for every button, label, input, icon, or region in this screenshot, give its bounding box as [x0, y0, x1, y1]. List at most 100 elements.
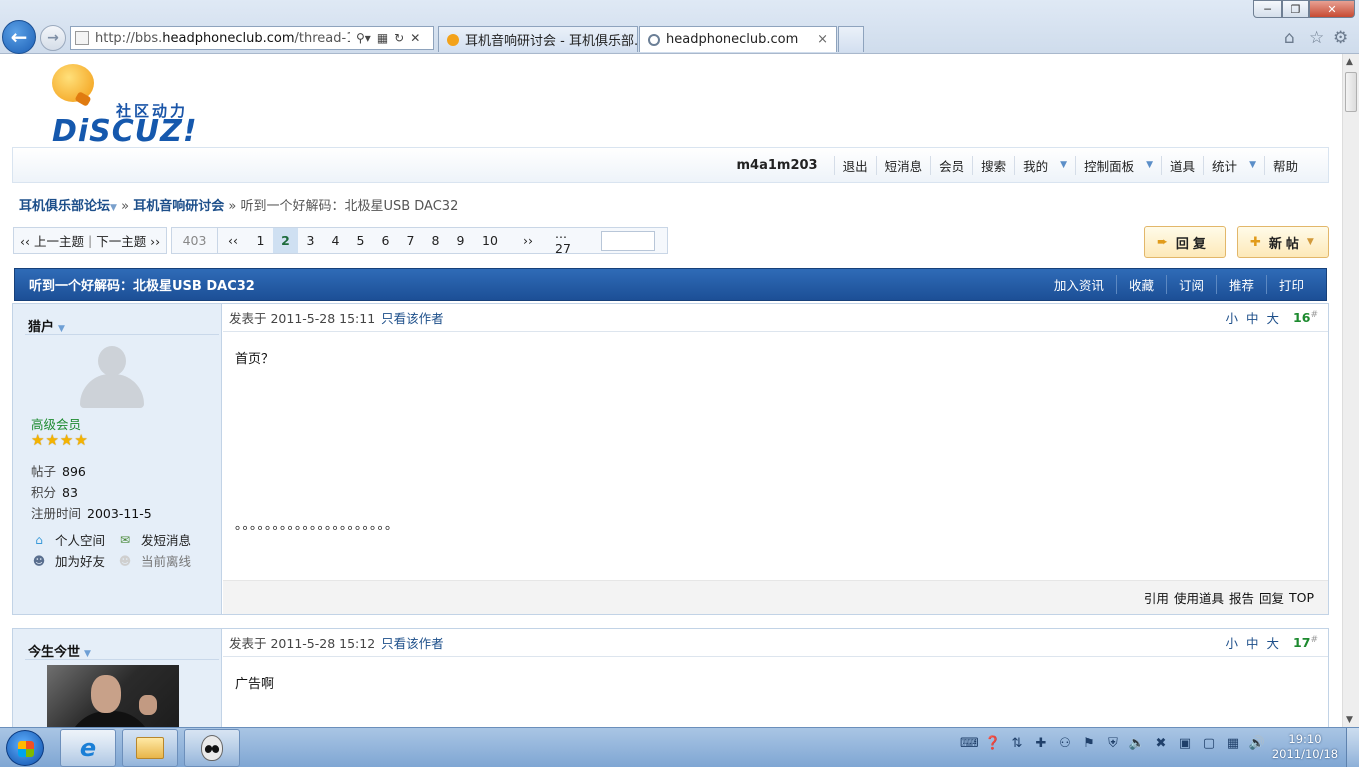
clock[interactable]: 19:10 2011/10/18: [1270, 732, 1340, 762]
next-thread-link[interactable]: 下一主题 ››: [96, 231, 160, 250]
font-size-links[interactable]: 小中大: [1226, 633, 1288, 652]
page-link[interactable]: 1: [248, 228, 273, 253]
nav-stats[interactable]: 统计 ▼: [1203, 155, 1264, 175]
page-last[interactable]: ... 27: [549, 226, 589, 256]
address-bar[interactable]: http://bbs.headphoneclub.com/thread-160:…: [70, 26, 434, 50]
reply-button[interactable]: ➨ 回复: [1144, 226, 1226, 258]
vertical-scrollbar[interactable]: ▲ ▼: [1342, 54, 1359, 727]
link-label: 发短消息: [141, 533, 192, 548]
nav-logout[interactable]: 退出: [833, 155, 876, 175]
new-tab-button[interactable]: [838, 26, 864, 52]
nav-members[interactable]: 会员: [930, 155, 972, 175]
thread-tool-subscribe[interactable]: 订阅: [1165, 275, 1216, 294]
avatar[interactable]: [78, 344, 146, 408]
thread-header: 听到一个好解码：北极星USB DAC32 加入资讯 收藏 订阅 推荐 打印: [14, 268, 1327, 301]
usb-icon[interactable]: ▢: [1200, 736, 1218, 751]
back-button[interactable]: ←: [2, 20, 36, 54]
quote-link[interactable]: 引用: [1144, 588, 1169, 607]
reply-link[interactable]: 回复: [1259, 588, 1284, 607]
author-name[interactable]: 今生今世 ▼: [28, 641, 91, 660]
tab-active[interactable]: headphoneclub.com ×: [639, 26, 837, 52]
maximize-button[interactable]: ❐: [1282, 0, 1309, 18]
minimize-button[interactable]: ─: [1253, 0, 1282, 18]
tray-arrow-icon[interactable]: ⇅: [1008, 736, 1026, 751]
home-icon[interactable]: ⌂: [1284, 28, 1295, 48]
green-app-icon[interactable]: ✚: [1032, 736, 1050, 751]
post-floor-number[interactable]: 17#: [1293, 635, 1318, 650]
nav-my[interactable]: 我的 ▼: [1014, 155, 1075, 175]
thread-tool-news[interactable]: 加入资讯: [1042, 275, 1116, 294]
nav-search[interactable]: 搜索: [972, 155, 1014, 175]
font-size-links[interactable]: 小中大: [1226, 308, 1288, 327]
close-window-button[interactable]: ✕: [1309, 0, 1355, 18]
page-link[interactable]: 8: [423, 228, 448, 253]
nav-messages[interactable]: 短消息: [875, 155, 931, 175]
discuz-logo[interactable]: 社区动力 DiSCUZ!: [50, 64, 210, 149]
users-icon[interactable]: ⚇: [1056, 736, 1074, 751]
speaker-red-icon[interactable]: 🔈: [1128, 736, 1146, 751]
page-link[interactable]: 6: [373, 228, 398, 253]
taskbar-app-button[interactable]: [184, 729, 240, 767]
show-desktop-button[interactable]: [1346, 728, 1359, 767]
new-post-button[interactable]: ✚ 新帖 ▼: [1237, 226, 1329, 258]
page-link[interactable]: 3: [298, 228, 323, 253]
help-icon[interactable]: ❓: [984, 736, 1002, 751]
flag-icon[interactable]: ⚑: [1080, 736, 1098, 751]
page-link[interactable]: 4: [323, 228, 348, 253]
only-author-link[interactable]: 只看该作者: [381, 308, 444, 327]
stop-icon[interactable]: ✕: [410, 31, 420, 45]
keyboard-icon[interactable]: ⌨: [960, 736, 979, 751]
close-tab-icon[interactable]: ×: [817, 32, 828, 47]
post: 猎户 ▼ 高级会员 ★★★★ 帖子 896 积分 83 注册时间 2003-11-5 ⌂…: [12, 303, 1329, 615]
avatar[interactable]: [47, 665, 179, 727]
network-icon[interactable]: ▦: [1224, 736, 1242, 751]
chevron-down-icon[interactable]: ▼: [110, 203, 117, 213]
tab-forum[interactable]: 耳机音响研讨会 - 耳机俱乐部...: [438, 26, 638, 52]
send-message-link[interactable]: ✉ 发短消息: [117, 530, 191, 549]
nav-help[interactable]: 帮助: [1263, 155, 1306, 175]
compat-view-icon[interactable]: ▦: [377, 31, 388, 45]
thread-tool-recommend[interactable]: 推荐: [1215, 275, 1266, 294]
tray-red-icon[interactable]: ▣: [1176, 736, 1194, 751]
thread-tool-favorite[interactable]: 收藏: [1115, 275, 1166, 294]
volume-icon[interactable]: 🔊: [1248, 736, 1266, 751]
nav-control-panel[interactable]: 控制面板 ▼: [1075, 155, 1161, 175]
nav-items[interactable]: 道具: [1161, 155, 1203, 175]
page-jump-input[interactable]: [601, 230, 655, 251]
author-name[interactable]: 猎户 ▼: [28, 316, 65, 335]
taskbar-ie-button[interactable]: e: [60, 729, 116, 767]
page-link[interactable]: 7: [398, 228, 423, 253]
top-link[interactable]: TOP: [1289, 590, 1314, 605]
favorites-icon[interactable]: ☆: [1309, 28, 1324, 48]
nav-label: 统计: [1212, 158, 1238, 174]
breadcrumb-board[interactable]: 耳机音响研讨会: [133, 199, 224, 214]
gear-icon[interactable]: ⚙: [1333, 28, 1348, 48]
start-button[interactable]: [6, 730, 44, 766]
scrollbar-thumb[interactable]: [1345, 72, 1357, 112]
only-author-link[interactable]: 只看该作者: [381, 633, 444, 652]
prev-thread-link[interactable]: ‹‹ 上一主题: [20, 231, 84, 250]
alien-icon: [201, 735, 223, 761]
avatar-body: [80, 374, 144, 408]
scroll-down-icon[interactable]: ▼: [1346, 715, 1353, 725]
report-link[interactable]: 报告: [1229, 588, 1254, 607]
forward-button[interactable]: →: [40, 25, 66, 51]
add-friend-link[interactable]: ☻ 加为好友: [31, 551, 105, 570]
page-next[interactable]: ››: [507, 228, 549, 253]
username-link[interactable]: m4a1m203: [737, 158, 818, 173]
page-first[interactable]: ‹‹: [218, 228, 248, 253]
breadcrumb-forum[interactable]: 耳机俱乐部论坛: [19, 199, 110, 214]
taskbar-explorer-button[interactable]: [122, 729, 178, 767]
thread-tool-print[interactable]: 打印: [1265, 275, 1316, 294]
search-icon[interactable]: ⚲▾: [356, 31, 371, 45]
shield-icon[interactable]: ⛨: [1104, 736, 1122, 751]
post-floor-number[interactable]: 16#: [1293, 310, 1318, 325]
page-link[interactable]: 5: [348, 228, 373, 253]
network-error-icon[interactable]: ✖: [1152, 736, 1170, 751]
scroll-up-icon[interactable]: ▲: [1346, 57, 1353, 67]
page-link[interactable]: 10: [473, 228, 507, 253]
refresh-icon[interactable]: ↻: [394, 31, 404, 45]
use-item-link[interactable]: 使用道具: [1174, 588, 1224, 607]
personal-space-link[interactable]: ⌂ 个人空间: [31, 530, 105, 549]
page-link[interactable]: 9: [448, 228, 473, 253]
